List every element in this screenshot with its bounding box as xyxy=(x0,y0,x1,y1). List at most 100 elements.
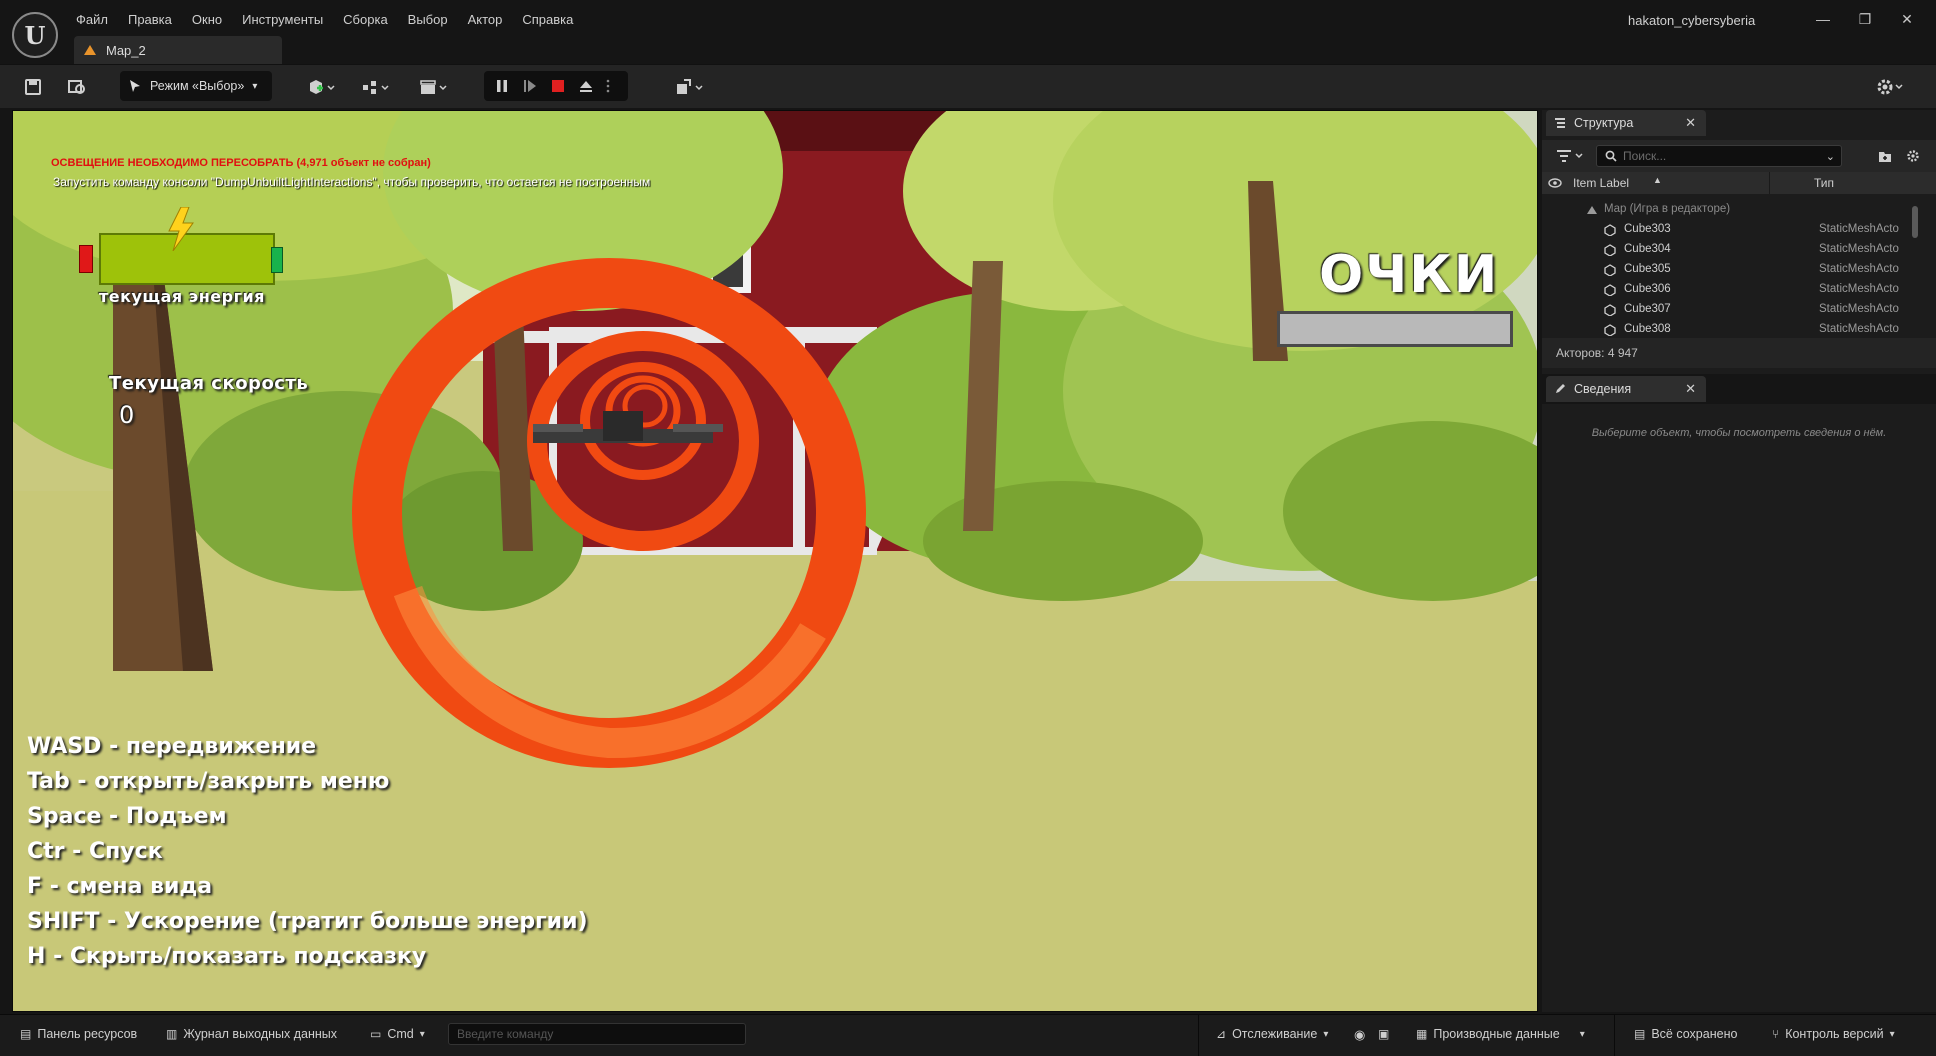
outliner-scrollbar[interactable] xyxy=(1912,206,1918,238)
menu-edit[interactable]: Правка xyxy=(118,10,182,29)
add-folder-icon[interactable] xyxy=(1878,149,1892,163)
tree-row[interactable]: Cube307 StaticMeshActo xyxy=(1542,300,1930,320)
control-hint-line: Ctr - Спуск xyxy=(27,839,163,864)
pause-icon[interactable] xyxy=(494,78,510,94)
eject-icon[interactable] xyxy=(578,78,594,94)
branch-icon: ⑂ xyxy=(1772,1027,1780,1041)
search-icon xyxy=(1605,150,1617,162)
save-all-button[interactable]: ▤ Всё сохранено xyxy=(1634,1027,1737,1041)
tree-row-type: StaticMeshActo xyxy=(1819,303,1899,315)
platforms-icon[interactable] xyxy=(670,75,710,99)
more-options-icon[interactable] xyxy=(604,78,612,94)
tab-map[interactable]: Map_2 xyxy=(74,36,282,64)
menu-help[interactable]: Справка xyxy=(512,10,583,29)
menu-build[interactable]: Сборка xyxy=(333,10,398,29)
chevron-down-icon: ▾ xyxy=(1889,1028,1895,1040)
tab-details[interactable]: Сведения ✕ xyxy=(1546,376,1706,402)
lighting-warning: ОСВЕЩЕНИЕ НЕОБХОДИМО ПЕРЕСОБРАТЬ (4,971 … xyxy=(51,157,431,169)
screenshot-button[interactable]: ▣ xyxy=(1378,1027,1389,1041)
controls-hint: WASD - передвижение Tab - открыть/закрыт… xyxy=(27,729,588,974)
cmd-dropdown[interactable]: ▭ Cmd ▾ xyxy=(370,1027,425,1041)
level-viewport[interactable]: ОСВЕЩЕНИЕ НЕОБХОДИМО ПЕРЕСОБРАТЬ (4,971 … xyxy=(12,110,1538,1012)
output-log-icon: ▥ xyxy=(166,1027,178,1041)
close-tab-icon[interactable]: ✕ xyxy=(1685,115,1696,131)
outliner-column-header: Item Label ▲ Тип xyxy=(1542,172,1936,194)
menu-actor[interactable]: Актор xyxy=(458,10,513,29)
static-mesh-icon xyxy=(1604,284,1616,296)
chevron-down-icon: ▾ xyxy=(419,1028,425,1040)
tab-outliner[interactable]: Структура ✕ xyxy=(1546,110,1706,136)
derived-data-label: Производные данные xyxy=(1433,1027,1560,1041)
tree-row[interactable]: Cube308 StaticMeshActo xyxy=(1542,320,1930,340)
browse-icon[interactable] xyxy=(64,75,90,99)
content-drawer-button[interactable]: ▤ Панель ресурсов xyxy=(20,1027,137,1041)
console-command-input[interactable]: Введите команду xyxy=(448,1023,746,1045)
cinematics-icon[interactable] xyxy=(414,75,454,99)
tree-root-label: Map (Игра в редакторе) xyxy=(1604,203,1731,215)
menu-window[interactable]: Окно xyxy=(182,10,232,29)
visibility-eye-icon[interactable] xyxy=(1548,178,1562,188)
static-mesh-icon xyxy=(1604,324,1616,336)
play-controls xyxy=(484,71,628,101)
close-tab-icon[interactable]: ✕ xyxy=(1685,381,1696,397)
trace-dropdown[interactable]: ⊿ Отслеживание ▾ xyxy=(1216,1027,1328,1041)
tree-row[interactable]: Cube303 StaticMeshActo xyxy=(1542,220,1930,240)
outliner-settings-icon[interactable] xyxy=(1906,149,1920,163)
filter-icon[interactable] xyxy=(1556,149,1586,163)
tree-root-row[interactable]: Map (Игра в редакторе) xyxy=(1542,200,1930,220)
static-mesh-icon xyxy=(1604,264,1616,276)
tree-row-name: Cube306 xyxy=(1624,283,1671,295)
close-button[interactable]: ✕ xyxy=(1892,8,1922,30)
mode-label: Режим «Выбор» xyxy=(150,79,245,93)
source-control-label: Контроль версий xyxy=(1785,1027,1884,1041)
blueprint-icon[interactable] xyxy=(356,75,396,99)
mode-select-dropdown[interactable]: Режим «Выбор» ▾ xyxy=(120,71,272,101)
derived-data-icon: ▦ xyxy=(1416,1027,1428,1041)
unreal-logo-icon[interactable]: U xyxy=(12,12,58,58)
console-icon: ▭ xyxy=(370,1027,382,1041)
outliner-tab-label: Структура xyxy=(1574,116,1634,130)
column-type[interactable]: Тип xyxy=(1814,176,1834,190)
tree-row[interactable]: Cube306 StaticMeshActo xyxy=(1542,280,1930,300)
static-mesh-icon xyxy=(1604,244,1616,256)
derived-data-dropdown[interactable]: ▦ Производные данные ▾ xyxy=(1416,1027,1585,1041)
column-item-label[interactable]: Item Label xyxy=(1573,176,1629,190)
minimize-button[interactable]: — xyxy=(1808,8,1838,30)
static-mesh-icon xyxy=(1604,224,1616,236)
tree-row[interactable]: Cube304 StaticMeshActo xyxy=(1542,240,1930,260)
add-actor-icon[interactable] xyxy=(302,75,342,99)
control-hint-line: Space - Подъем xyxy=(27,804,227,829)
record-button[interactable]: ◉ xyxy=(1354,1027,1365,1043)
all-saved-label: Всё сохранено xyxy=(1651,1027,1738,1041)
restore-button[interactable]: ❐ xyxy=(1850,8,1880,30)
chevron-down-icon[interactable]: ⌄ xyxy=(1826,150,1835,163)
stop-icon[interactable] xyxy=(550,78,566,94)
cursor-icon xyxy=(130,80,140,92)
cmd-placeholder: Введите команду xyxy=(457,1027,554,1041)
details-tab-label: Сведения xyxy=(1574,382,1632,396)
tree-row-type: StaticMeshActo xyxy=(1819,263,1899,275)
tree-row-type: StaticMeshActo xyxy=(1819,283,1899,295)
outliner-search-input[interactable]: Поиск... ⌄ xyxy=(1596,145,1842,167)
right-panel: Структура ✕ Поиск... ⌄ Item Label ▲ Тип … xyxy=(1542,110,1936,1012)
search-placeholder: Поиск... xyxy=(1623,149,1667,163)
score-label: ОЧКИ xyxy=(1319,245,1500,305)
save-all-icon: ▤ xyxy=(1634,1027,1646,1041)
save-icon[interactable] xyxy=(20,75,46,99)
sort-ascending-icon: ▲ xyxy=(1653,175,1662,185)
menu-file[interactable]: Файл xyxy=(66,10,118,29)
output-log-button[interactable]: ▥ Журнал выходных данных xyxy=(166,1027,337,1041)
menu-tools[interactable]: Инструменты xyxy=(232,10,333,29)
trace-label: Отслеживание xyxy=(1232,1027,1318,1041)
control-hint-line: F - смена вида xyxy=(27,874,213,899)
source-control-dropdown[interactable]: ⑂ Контроль версий ▾ xyxy=(1772,1027,1895,1041)
tree-row-type: StaticMeshActo xyxy=(1819,323,1899,335)
status-bar: ▤ Панель ресурсов ▥ Журнал выходных данн… xyxy=(0,1014,1936,1056)
energy-low-marker xyxy=(79,245,93,273)
step-forward-icon[interactable] xyxy=(522,78,538,94)
tree-row-name: Cube307 xyxy=(1624,303,1671,315)
control-hint-line: H - Скрыть/показать подсказку xyxy=(27,944,427,969)
settings-gear-icon[interactable] xyxy=(1870,75,1910,99)
menu-select[interactable]: Выбор xyxy=(398,10,458,29)
tree-row[interactable]: Cube305 StaticMeshActo xyxy=(1542,260,1930,280)
